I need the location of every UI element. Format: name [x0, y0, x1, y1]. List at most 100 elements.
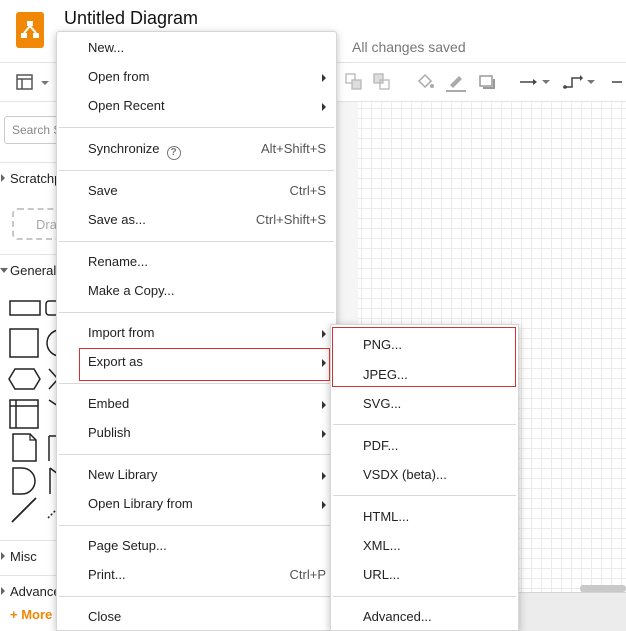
menu-item-new[interactable]: New...	[57, 36, 336, 60]
menu-item-label: Make a Copy...	[88, 283, 175, 298]
export-svg[interactable]: SVG...	[331, 392, 518, 416]
menu-item-new-library[interactable]: New Library	[57, 463, 336, 487]
collapse-arrow-icon	[1, 174, 5, 182]
menu-item-label: Save as...	[88, 212, 146, 227]
menu-item-label: Open Library from	[88, 496, 193, 511]
document-title[interactable]: Untitled Diagram	[64, 8, 198, 29]
menu-item-embed[interactable]: Embed	[57, 392, 336, 416]
shortcut-label: Ctrl+Shift+S	[255, 212, 326, 227]
general-label: General	[10, 263, 57, 278]
submenu-arrow-icon	[322, 359, 326, 367]
shortcut-label: Ctrl+P	[289, 567, 326, 582]
menu-item-label: SVG...	[363, 396, 402, 411]
menu-separator	[59, 170, 334, 171]
menu-item-page-setup[interactable]: Page Setup...	[57, 534, 336, 558]
menu-item-label: XML...	[363, 538, 401, 553]
menu-item-close[interactable]: Close	[57, 605, 336, 629]
submenu-arrow-icon	[322, 330, 326, 338]
fill-color-icon[interactable]	[415, 71, 435, 93]
menu-item-label: Save	[88, 183, 118, 198]
menu-item-label: Close	[88, 609, 122, 624]
menu-item-label: New Library	[88, 467, 158, 482]
export-vsdx[interactable]: VSDX (beta)...	[331, 463, 518, 487]
to-front-icon[interactable]	[344, 71, 364, 93]
collapse-arrow-icon	[1, 587, 5, 595]
menu-item-label: HTML...	[363, 509, 410, 524]
menu-item-print[interactable]: Print... Ctrl+P	[57, 563, 336, 587]
menu-item-label: Embed	[88, 396, 130, 411]
shortcut-label: Ctrl+S	[289, 183, 326, 198]
menu-item-make-a-copy[interactable]: Make a Copy...	[57, 279, 336, 303]
waypoints-icon[interactable]	[562, 71, 598, 93]
menu-item-open-from[interactable]: Open from	[57, 65, 336, 89]
menu-separator	[59, 596, 334, 597]
export-html[interactable]: HTML...	[331, 505, 518, 529]
menu-separator	[59, 312, 334, 313]
menu-item-label: Page Setup...	[88, 538, 167, 553]
export-url[interactable]: URL...	[331, 563, 518, 587]
menu-separator	[59, 241, 334, 242]
export-jpeg[interactable]: JPEG...	[331, 363, 518, 387]
menu-separator	[333, 495, 516, 496]
search-shapes-input[interactable]: Search Shapes	[4, 116, 57, 144]
menu-item-label: PDF...	[363, 438, 399, 453]
submenu-arrow-icon	[322, 472, 326, 480]
menu-item-label: URL...	[363, 567, 400, 582]
menu-item-rename[interactable]: Rename...	[57, 250, 336, 274]
scratchpad-section[interactable]: Scratchpad	[0, 162, 57, 192]
menu-separator	[59, 525, 334, 526]
submenu-arrow-icon	[322, 501, 326, 509]
export-pdf[interactable]: PDF...	[331, 434, 518, 458]
general-section[interactable]: General	[0, 254, 57, 284]
menu-item-label: New...	[88, 40, 125, 55]
shadow-icon[interactable]	[477, 71, 497, 93]
connection-style-icon[interactable]	[518, 71, 552, 93]
export-xml[interactable]: XML...	[331, 534, 518, 558]
menu-item-label: Advanced...	[363, 609, 432, 624]
menu-separator	[59, 383, 334, 384]
misc-label: Misc	[10, 549, 37, 564]
general-shapes-palette[interactable]	[0, 296, 58, 536]
menu-separator	[333, 596, 516, 597]
export-png[interactable]: PNG...	[331, 333, 518, 357]
menu-item-open-recent[interactable]: Open Recent	[57, 94, 336, 118]
menu-item-label: Synchronize	[88, 141, 160, 156]
format-panel-toggle-icon[interactable]	[14, 71, 52, 93]
save-status: All changes saved	[352, 39, 466, 55]
scratchpad-label: Scratchpad	[10, 171, 57, 186]
horizontal-scrollbar[interactable]	[580, 585, 626, 592]
shortcut-label: Alt+Shift+S	[260, 141, 326, 156]
menu-item-open-library-from[interactable]: Open Library from	[57, 492, 336, 516]
menu-item-export-as[interactable]: Export as	[57, 350, 336, 374]
menu-item-label: Publish	[88, 425, 131, 440]
scratchpad-drop-zone[interactable]: Drag	[12, 208, 57, 240]
menu-item-import-from[interactable]: Import from	[57, 321, 336, 345]
menu-item-save-as[interactable]: Save as... Ctrl+Shift+S	[57, 208, 336, 232]
menu-item-synchronize[interactable]: Synchronize? Alt+Shift+S	[57, 137, 336, 161]
menu-item-label: Export as	[88, 354, 143, 369]
menu-separator	[333, 424, 516, 425]
drawio-logo-icon[interactable]	[16, 12, 44, 48]
help-icon[interactable]: ?	[166, 146, 181, 160]
submenu-arrow-icon	[322, 401, 326, 409]
menu-item-label: Import from	[88, 325, 155, 340]
to-back-icon[interactable]	[372, 71, 392, 93]
submenu-arrow-icon	[322, 430, 326, 438]
advanced-section[interactable]: Advanced	[0, 575, 57, 605]
toolbar-separator-icon	[610, 71, 624, 93]
expand-arrow-icon	[0, 268, 8, 273]
menu-item-label: PNG...	[363, 337, 403, 352]
menu-item-label: JPEG...	[363, 367, 408, 382]
menu-separator	[59, 454, 334, 455]
shapes-sidebar: Search Shapes Scratchpad Drag General Mi…	[0, 102, 58, 631]
more-shapes-button[interactable]: + More Shapes	[10, 607, 57, 622]
file-menu: New... Open from Open Recent Synchronize…	[56, 31, 337, 631]
menu-item-label: Open from	[88, 69, 150, 84]
menu-item-save[interactable]: Save Ctrl+S	[57, 179, 336, 203]
export-advanced[interactable]: Advanced...	[331, 605, 518, 629]
collapse-arrow-icon	[1, 552, 5, 560]
menu-item-label: Print...	[88, 567, 126, 582]
line-color-icon[interactable]	[445, 71, 467, 93]
misc-section[interactable]: Misc	[0, 540, 57, 570]
menu-item-publish[interactable]: Publish	[57, 421, 336, 445]
